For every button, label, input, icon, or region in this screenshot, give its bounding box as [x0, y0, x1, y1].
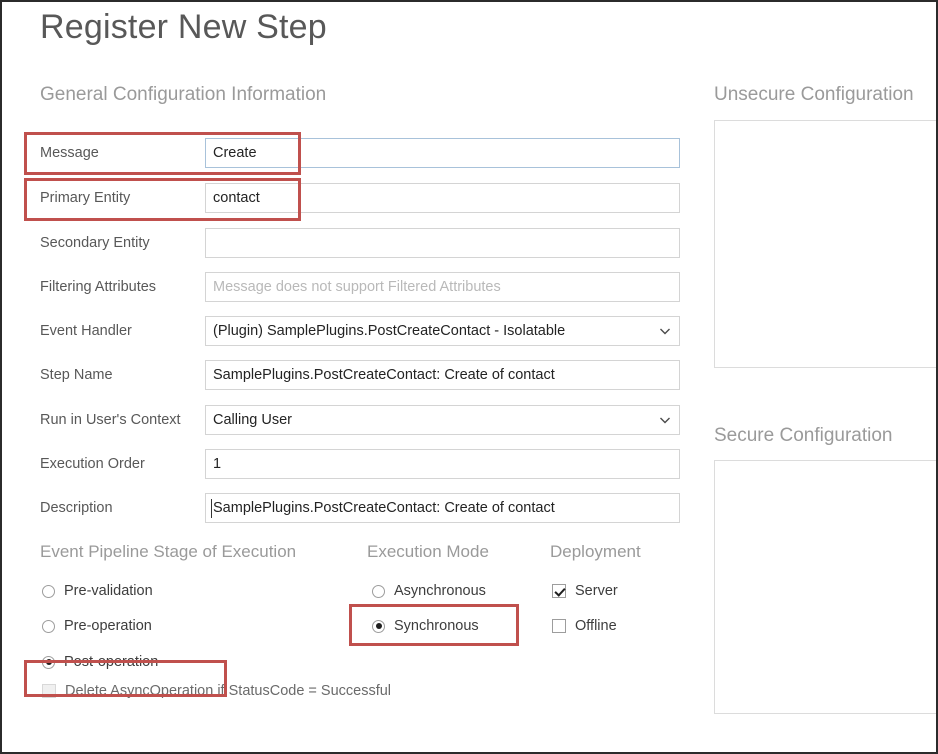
radio-icon-unselected [372, 585, 385, 598]
group-heading-execution-mode: Execution Mode [367, 542, 489, 562]
section-heading-general-configuration: General Configuration Information [40, 84, 326, 106]
group-heading-deployment: Deployment [550, 542, 641, 562]
form-row-primary-entity: Primary Entity contact [40, 183, 680, 213]
field-label-event-handler: Event Handler [40, 323, 132, 339]
checkbox-label-offline: Offline [575, 618, 617, 634]
form-row-secondary-entity: Secondary Entity [40, 228, 680, 258]
field-label-primary-entity: Primary Entity [40, 190, 130, 206]
run-in-users-context-select[interactable]: Calling User [205, 405, 680, 435]
page-title: Register New Step [40, 8, 327, 47]
radio-label-pre-validation: Pre-validation [64, 583, 153, 599]
field-label-description: Description [40, 500, 113, 516]
field-label-run-in-users-context: Run in User's Context [40, 412, 181, 428]
form-row-description: Description SamplePlugins.PostCreateCont… [40, 493, 680, 523]
radio-icon-selected [42, 656, 55, 669]
radio-icon-unselected [42, 585, 55, 598]
register-new-step-dialog: Register New Step General Configuration … [0, 0, 938, 754]
radio-label-synchronous: Synchronous [394, 618, 479, 634]
checkbox-icon-disabled-unchecked [42, 684, 56, 698]
radio-icon-unselected [42, 620, 55, 633]
step-name-input[interactable]: SamplePlugins.PostCreateContact: Create … [205, 360, 680, 390]
checkbox-server[interactable]: Server [552, 583, 618, 599]
checkbox-label-server: Server [575, 583, 618, 599]
secondary-entity-input[interactable] [205, 228, 680, 258]
checkbox-label-delete-asyncoperation: Delete AsyncOperation if StatusCode = Su… [65, 683, 391, 699]
checkbox-icon-checked [552, 584, 566, 598]
filtering-attributes-input[interactable]: Message does not support Filtered Attrib… [205, 272, 680, 302]
radio-icon-selected [372, 620, 385, 633]
field-label-message: Message [40, 145, 99, 161]
section-heading-unsecure-configuration: Unsecure Configuration [714, 84, 914, 106]
group-heading-event-pipeline-stage: Event Pipeline Stage of Execution [40, 542, 296, 562]
checkbox-offline[interactable]: Offline [552, 618, 617, 634]
section-heading-secure-configuration: Secure Configuration [714, 425, 893, 447]
form-row-run-in-users-context: Run in User's Context Calling User [40, 405, 680, 435]
radio-pre-operation[interactable]: Pre-operation [42, 618, 152, 634]
form-row-execution-order: Execution Order 1 [40, 449, 680, 479]
field-label-filtering-attributes: Filtering Attributes [40, 279, 156, 295]
execution-order-input[interactable]: 1 [205, 449, 680, 479]
radio-label-pre-operation: Pre-operation [64, 618, 152, 634]
radio-asynchronous[interactable]: Asynchronous [372, 583, 486, 599]
field-label-execution-order: Execution Order [40, 456, 145, 472]
description-input[interactable]: SamplePlugins.PostCreateContact: Create … [205, 493, 680, 523]
form-row-message: Message Create [40, 138, 680, 168]
field-label-secondary-entity: Secondary Entity [40, 235, 150, 251]
form-row-step-name: Step Name SamplePlugins.PostCreateContac… [40, 360, 680, 390]
radio-post-operation[interactable]: Post-operation [42, 654, 158, 670]
primary-entity-input[interactable]: contact [205, 183, 680, 213]
form-row-filtering-attributes: Filtering Attributes Message does not su… [40, 272, 680, 302]
form-row-event-handler: Event Handler (Plugin) SamplePlugins.Pos… [40, 316, 680, 346]
radio-pre-validation[interactable]: Pre-validation [42, 583, 153, 599]
secure-configuration-textarea[interactable] [714, 460, 938, 714]
message-input[interactable]: Create [205, 138, 680, 168]
radio-synchronous[interactable]: Synchronous [372, 618, 479, 634]
radio-label-post-operation: Post-operation [64, 654, 158, 670]
unsecure-configuration-textarea[interactable] [714, 120, 938, 368]
field-label-step-name: Step Name [40, 367, 113, 383]
checkbox-delete-asyncoperation[interactable]: Delete AsyncOperation if StatusCode = Su… [42, 683, 391, 699]
radio-label-asynchronous: Asynchronous [394, 583, 486, 599]
checkbox-icon-unchecked [552, 619, 566, 633]
event-handler-select[interactable]: (Plugin) SamplePlugins.PostCreateContact… [205, 316, 680, 346]
